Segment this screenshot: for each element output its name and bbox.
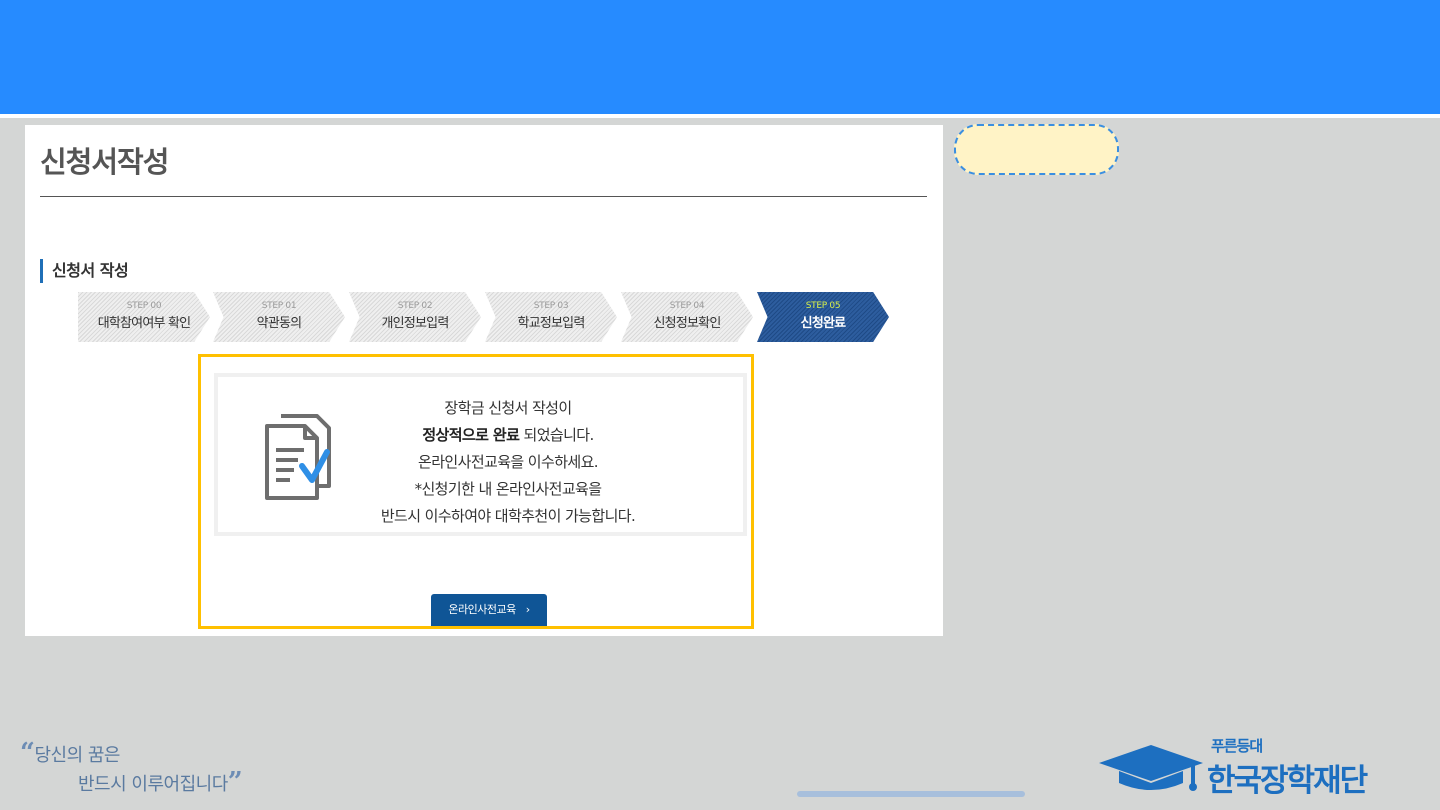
step-number: STEP 01: [261, 301, 297, 311]
step-label: 신청정보확인: [653, 316, 722, 331]
slogan-text-1: 당신의 꿈은: [34, 745, 120, 766]
slogan-text-2: 반드시 이루어집니다: [78, 774, 228, 795]
title-divider: [40, 196, 927, 197]
message-line-1: 장학금 신청서 작성이: [444, 399, 572, 417]
header-divider: [0, 114, 1440, 118]
document-check-icon: [265, 414, 331, 500]
note-bubble: [954, 124, 1119, 175]
step-label: 개인정보입력: [381, 316, 450, 331]
chevron-right-icon: ›: [525, 603, 530, 616]
logo-subtitle: 푸른등대: [1211, 737, 1263, 755]
slogan-line-1: “당신의 꿈은: [18, 740, 288, 769]
section-title: 신청서 작성: [40, 259, 129, 283]
step-03: STEP 03 학교정보입력: [485, 292, 617, 342]
completion-message-card: 장학금 신청서 작성이 정상적으로 완료 되었습니다. 온라인사전교육을 이수하…: [214, 373, 747, 536]
step-number: STEP 03: [533, 301, 569, 311]
slogan: “당신의 꿈은 반드시 이루어집니다”: [18, 740, 288, 800]
close-quote-icon: ”: [227, 767, 243, 797]
step-number: STEP 04: [669, 301, 705, 311]
step-02: STEP 02 개인정보입력: [349, 292, 481, 342]
step-label: 학교정보입력: [517, 316, 586, 331]
step-01: STEP 01 약관동의: [213, 292, 345, 342]
message-line-2: 정상적으로 완료 되었습니다.: [358, 422, 658, 449]
step-label: 대학참여여부 확인: [97, 316, 191, 331]
graduation-cap-icon: [1099, 745, 1203, 791]
step-label: 신청완료: [800, 316, 846, 331]
logo-title: 한국장학재단: [1207, 763, 1368, 799]
online-education-button[interactable]: 온라인사전교육 ›: [431, 594, 547, 626]
step-number: STEP 00: [126, 301, 162, 311]
completion-message-body: 장학금 신청서 작성이 정상적으로 완료 되었습니다. 온라인사전교육을 이수하…: [218, 377, 743, 532]
step-progress: STEP 00 대학참여여부 확인 STEP 01 약관동의 STEP 02 개…: [78, 292, 898, 342]
foundation-logo: 푸른등대 한국장학재단: [1095, 735, 1415, 799]
header-bar: [0, 0, 1440, 114]
message-line-3: 온라인사전교육을 이수하세요.: [418, 453, 599, 471]
message-line-4: *신청기한 내 온라인사전교육을: [414, 480, 602, 498]
step-number: STEP 05: [805, 301, 841, 311]
slogan-line-2: 반드시 이루어집니다”: [18, 769, 288, 798]
step-04: STEP 04 신청정보확인: [621, 292, 753, 342]
bottom-progress-bar: [797, 791, 1025, 797]
message-emphasis: 정상적으로 완료: [422, 426, 520, 444]
page-title: 신청서작성: [40, 145, 169, 179]
step-05: STEP 05 신청완료: [757, 292, 889, 342]
message-line-2-rest: 되었습니다.: [519, 426, 595, 444]
open-quote-icon: “: [20, 738, 35, 768]
message-line-5: 반드시 이수하여야 대학추천이 가능합니다.: [380, 507, 636, 525]
completion-message: 장학금 신청서 작성이 정상적으로 완료 되었습니다. 온라인사전교육을 이수하…: [358, 395, 658, 530]
online-education-label: 온라인사전교육: [448, 603, 516, 616]
step-number: STEP 02: [397, 301, 433, 311]
step-00: STEP 00 대학참여여부 확인: [78, 292, 210, 342]
step-label: 약관동의: [256, 316, 302, 331]
